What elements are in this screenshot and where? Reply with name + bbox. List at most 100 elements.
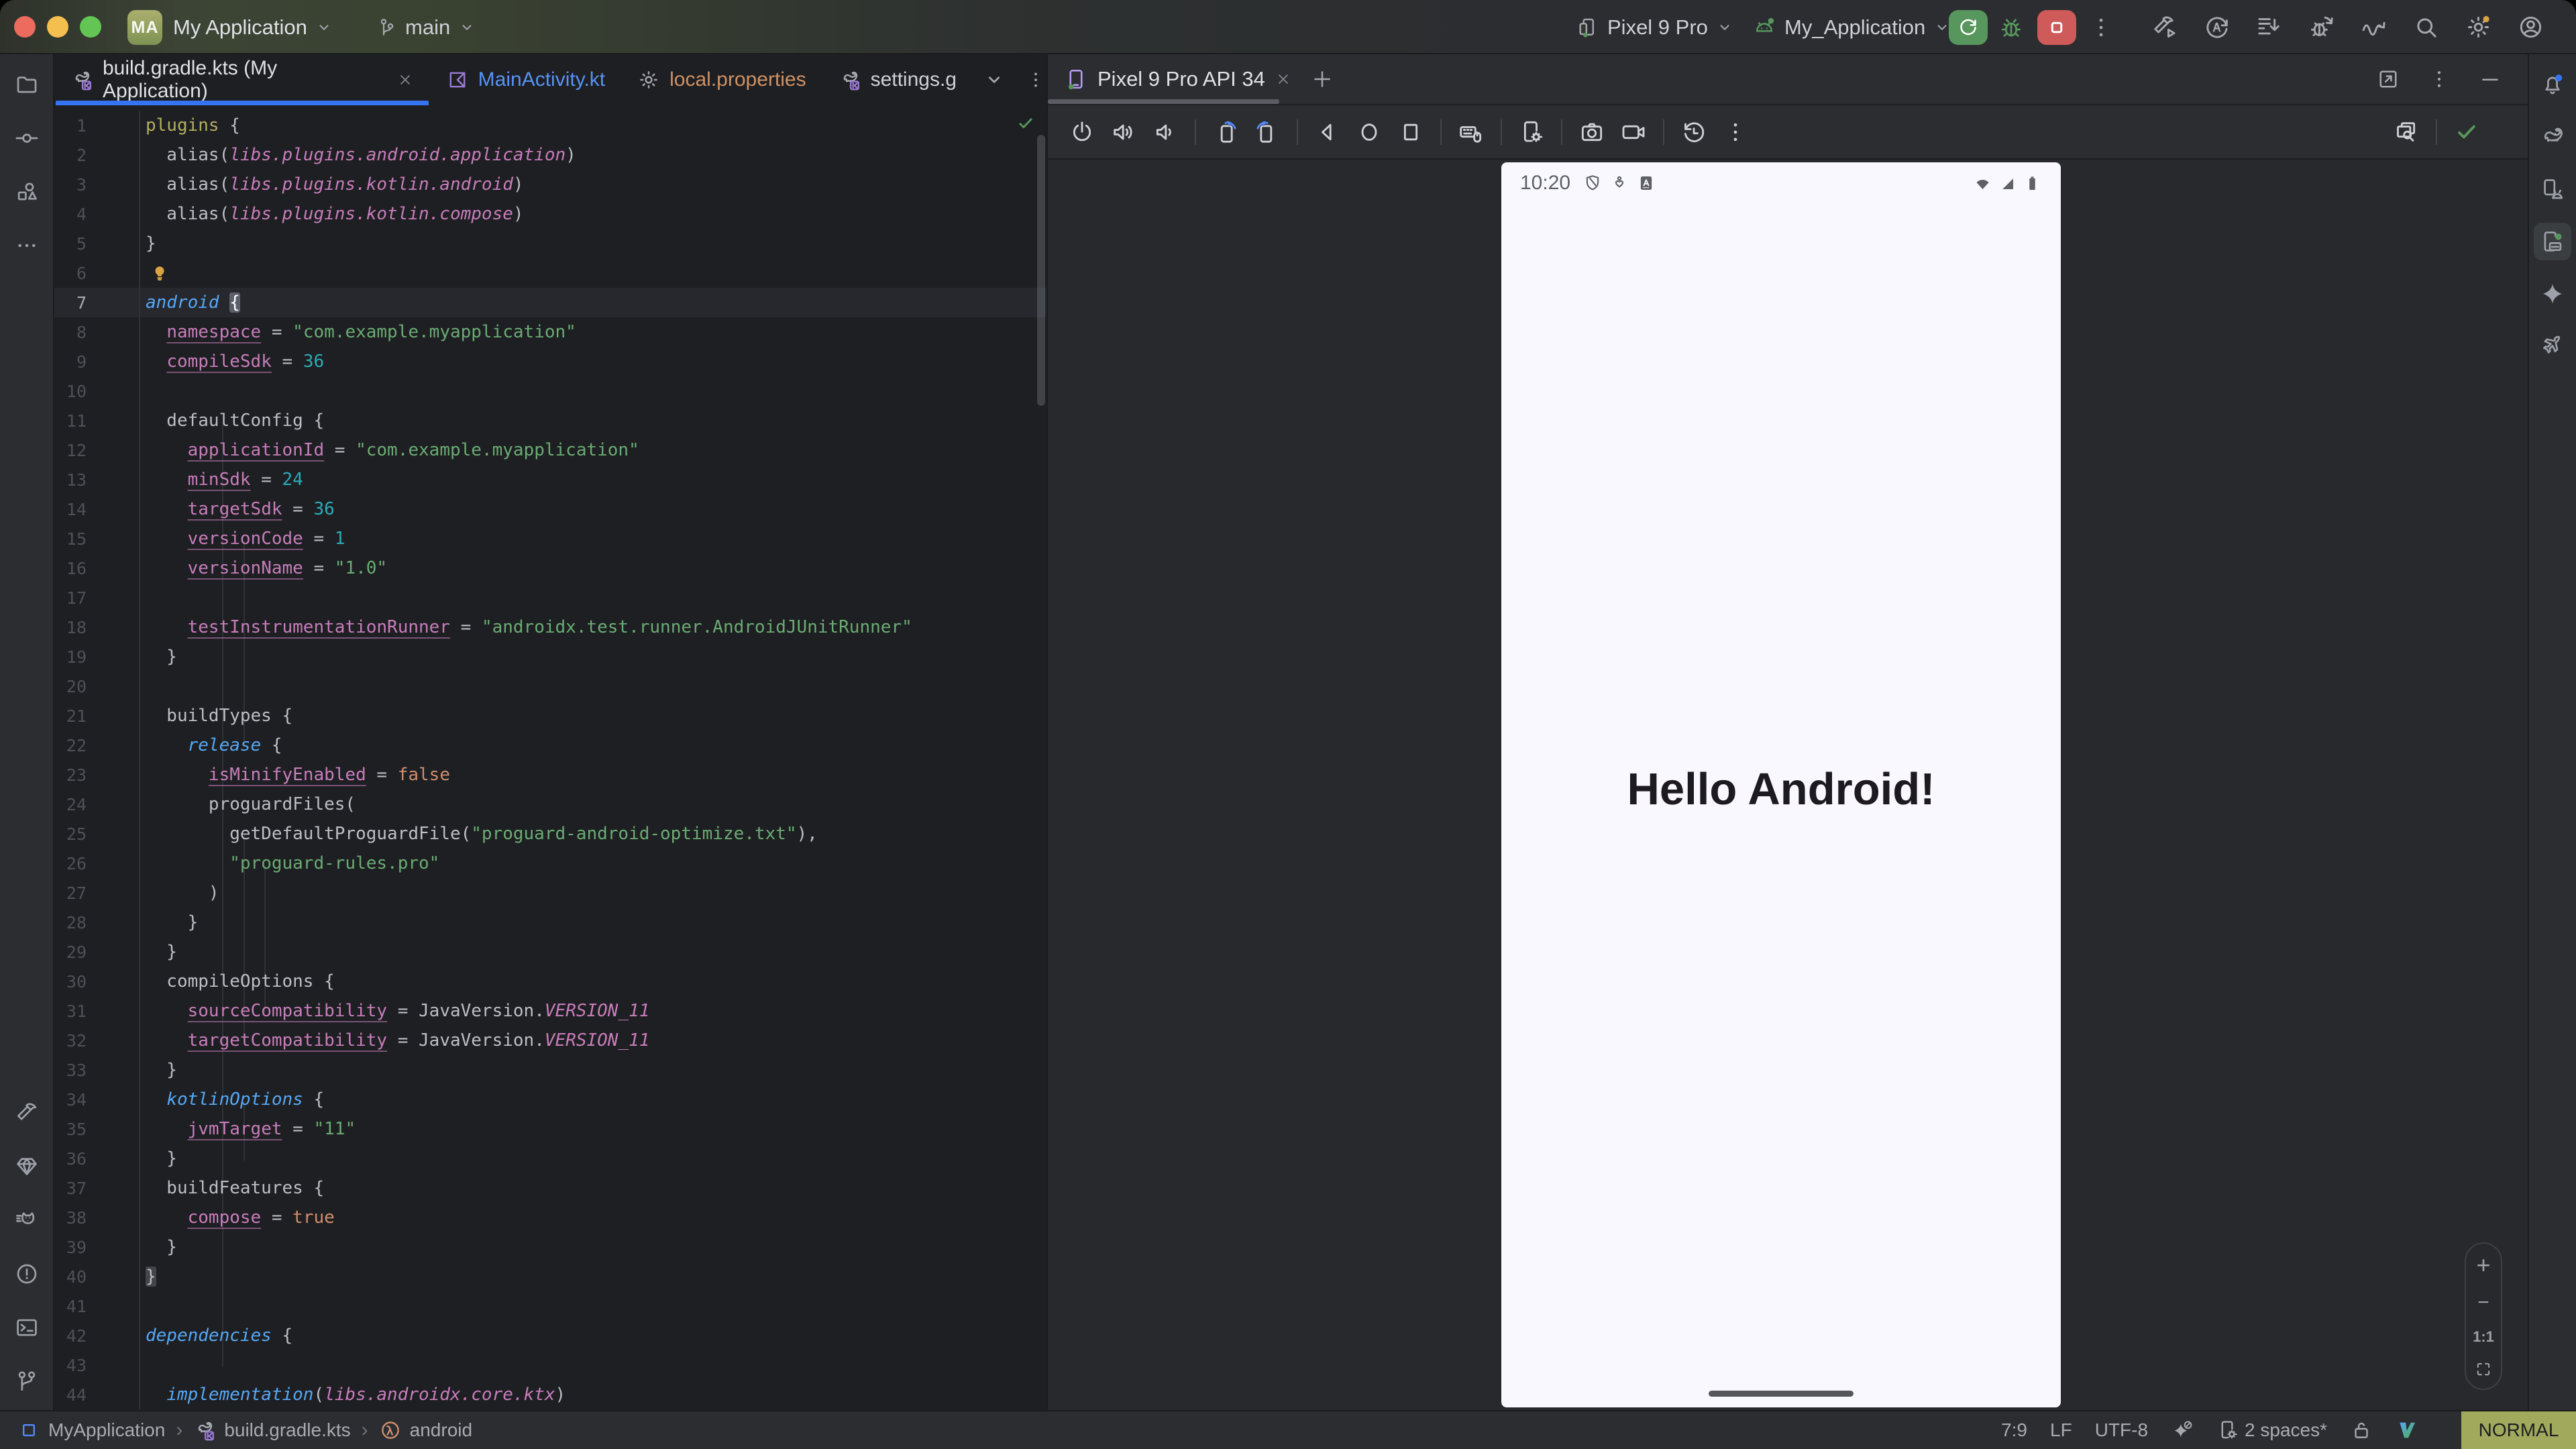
search-icon[interactable] <box>2412 13 2440 41</box>
tool-window-device-manager-icon[interactable] <box>2540 176 2565 202</box>
code-line-32[interactable]: 32 targetCompatibility = JavaVersion.VER… <box>54 1026 1046 1055</box>
hidden-tabs-chevron-icon[interactable] <box>983 69 1005 91</box>
line-number[interactable]: 16 <box>54 553 140 583</box>
volume-up-icon[interactable] <box>1110 119 1137 146</box>
rerun-button[interactable] <box>1949 10 1988 45</box>
code-line-35[interactable]: 35 jvmTarget = "11" <box>54 1114 1046 1144</box>
vim-mode-badge[interactable]: NORMAL <box>2461 1411 2576 1449</box>
open-in-new-window-icon[interactable] <box>2376 67 2400 91</box>
code-line-37[interactable]: 37 buildFeatures { <box>54 1173 1046 1203</box>
device-settings-icon[interactable] <box>1518 119 1545 146</box>
hardware-input-icon[interactable] <box>1458 119 1485 146</box>
terminal-icon[interactable] <box>14 1315 40 1340</box>
line-number[interactable]: 28 <box>54 908 140 937</box>
code-line-39[interactable]: 39 } <box>54 1232 1046 1262</box>
tab-main-activity[interactable]: MainActivity.kt <box>430 54 621 105</box>
line-number[interactable]: 4 <box>54 199 140 229</box>
code-line-23[interactable]: 23 isMinifyEnabled = false <box>54 760 1046 790</box>
code-line-18[interactable]: 18 testInstrumentationRunner = "androidx… <box>54 612 1046 642</box>
code-line-36[interactable]: 36 } <box>54 1144 1046 1173</box>
tab-options-kebab-icon[interactable] <box>1025 69 1046 91</box>
stop-button[interactable] <box>2037 10 2076 45</box>
editor-scrollbar[interactable] <box>1037 135 1045 406</box>
code-line-19[interactable]: 19 } <box>54 642 1046 672</box>
line-number[interactable]: 23 <box>54 760 140 790</box>
code-line-34[interactable]: 34 kotlinOptions { <box>54 1085 1046 1114</box>
screenshot-icon[interactable] <box>1578 119 1605 146</box>
line-number[interactable]: 29 <box>54 937 140 967</box>
window-maximize-button[interactable] <box>80 16 101 38</box>
line-number[interactable]: 14 <box>54 494 140 524</box>
code-line-20[interactable]: 20 <box>54 672 1046 701</box>
app-quality-insights-icon[interactable] <box>14 1154 40 1179</box>
gesture-navigation-bar[interactable] <box>1709 1391 1854 1397</box>
breadcrumb-item[interactable]: MyApplication <box>48 1419 165 1441</box>
caret-position-widget[interactable]: 7:9 <box>2001 1419 2027 1441</box>
code-line-38[interactable]: 38 compose = true <box>54 1203 1046 1232</box>
code-line-41[interactable]: 41 <box>54 1291 1046 1321</box>
window-close-button[interactable] <box>14 16 36 38</box>
apply-changes-icon[interactable] <box>2203 13 2231 41</box>
project-folder-icon[interactable] <box>14 72 40 97</box>
more-run-options-button[interactable] <box>2088 14 2114 41</box>
line-number[interactable]: 26 <box>54 849 140 878</box>
run-configuration-selector[interactable]: My_Application <box>1752 0 1951 54</box>
line-number[interactable]: 25 <box>54 819 140 849</box>
debug-button[interactable] <box>1998 14 2025 41</box>
settings-icon[interactable] <box>2465 13 2492 41</box>
commit-icon[interactable] <box>14 125 40 151</box>
logcat-icon[interactable] <box>14 1208 40 1233</box>
zoom-in-button[interactable]: + <box>2476 1253 2490 1277</box>
code-line-44[interactable]: 44 implementation(libs.androidx.core.ktx… <box>54 1380 1046 1409</box>
code-line-3[interactable]: 3 alias(libs.plugins.kotlin.android) <box>54 170 1046 199</box>
device-selector[interactable]: Pixel 9 Pro <box>1576 0 1733 54</box>
code-line-33[interactable]: 33 } <box>54 1055 1046 1085</box>
code-line-22[interactable]: 22 release { <box>54 731 1046 760</box>
ai-assistant-disabled-icon[interactable] <box>2171 1419 2194 1442</box>
check-icon[interactable] <box>2453 119 2480 146</box>
device-screen[interactable]: 10:20 Hello Android! <box>1501 162 2061 1407</box>
power-icon[interactable] <box>1069 119 1095 146</box>
attach-debugger-icon[interactable] <box>2308 13 2335 41</box>
version-control-icon[interactable] <box>14 1368 40 1394</box>
line-number[interactable]: 43 <box>54 1350 140 1380</box>
line-number[interactable]: 21 <box>54 701 140 731</box>
problems-icon[interactable] <box>14 1261 40 1287</box>
line-number[interactable]: 8 <box>54 317 140 347</box>
overview-icon[interactable] <box>1397 119 1424 146</box>
code-line-4[interactable]: 4 alias(libs.plugins.kotlin.compose) <box>54 199 1046 229</box>
code-line-40[interactable]: 40} <box>54 1262 1046 1291</box>
line-number[interactable]: 38 <box>54 1203 140 1232</box>
line-number[interactable]: 6 <box>54 258 140 288</box>
device-tab[interactable]: Pixel 9 Pro API 34 <box>1064 67 1292 91</box>
encoding-widget[interactable]: UTF-8 <box>2095 1419 2148 1441</box>
code-line-21[interactable]: 21 buildTypes { <box>54 701 1046 731</box>
line-number[interactable]: 15 <box>54 524 140 553</box>
home-icon[interactable] <box>1356 119 1383 146</box>
rotate-right-icon[interactable] <box>1254 119 1281 146</box>
project-widget[interactable]: My Application <box>173 0 333 54</box>
close-icon[interactable] <box>1275 70 1292 88</box>
line-number[interactable]: 11 <box>54 406 140 435</box>
profiler-icon[interactable] <box>2360 13 2387 41</box>
unlock-icon[interactable] <box>2350 1419 2373 1442</box>
code-line-42[interactable]: 42dependencies { <box>54 1321 1046 1350</box>
code-line-2[interactable]: 2 alias(libs.plugins.android.application… <box>54 140 1046 170</box>
build-run-icon[interactable] <box>2151 13 2178 41</box>
code-line-12[interactable]: 12 applicationId = "com.example.myapplic… <box>54 435 1046 465</box>
indent-widget[interactable]: 2 spaces* <box>2216 1419 2327 1442</box>
line-number[interactable]: 27 <box>54 878 140 908</box>
back-icon[interactable] <box>1314 119 1341 146</box>
code-line-6[interactable]: 6 <box>54 258 1046 288</box>
code-line-14[interactable]: 14 targetSdk = 36 <box>54 494 1046 524</box>
code-line-26[interactable]: 26 "proguard-rules.pro" <box>54 849 1046 878</box>
line-number[interactable]: 31 <box>54 996 140 1026</box>
code-line-5[interactable]: 5} <box>54 229 1046 258</box>
code-line-11[interactable]: 11 defaultConfig { <box>54 406 1046 435</box>
line-number[interactable]: 44 <box>54 1380 140 1409</box>
line-number[interactable]: 34 <box>54 1085 140 1114</box>
line-number[interactable]: 39 <box>54 1232 140 1262</box>
line-number[interactable]: 12 <box>54 435 140 465</box>
line-number[interactable]: 30 <box>54 967 140 996</box>
tab-local-properties[interactable]: local.properties <box>621 54 822 105</box>
